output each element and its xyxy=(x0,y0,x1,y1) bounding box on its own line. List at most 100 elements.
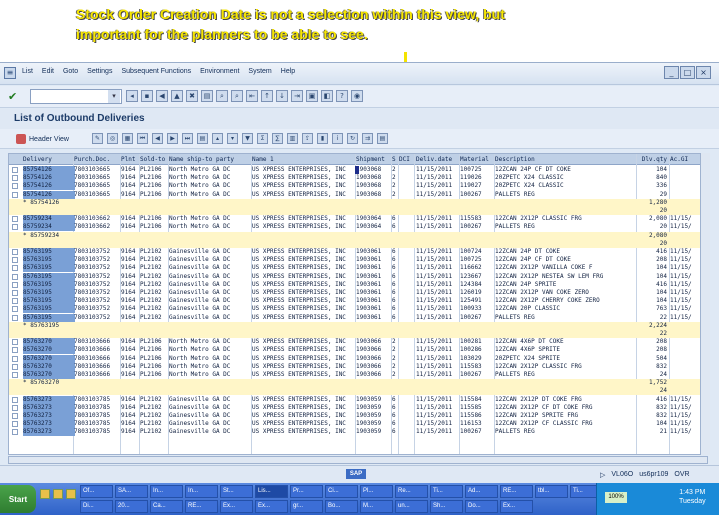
column-header-material[interactable]: Material xyxy=(460,155,494,164)
subtotal-icon[interactable]: ∑ xyxy=(272,133,283,144)
taskbar-button[interactable]: un... xyxy=(395,500,428,513)
find-icon[interactable]: ⌕ xyxy=(216,90,228,102)
row-select-checkbox[interactable] xyxy=(12,421,18,428)
table-row[interactable]: 85763270 7803103666 9164 PL2106 North Metro … xyxy=(9,371,707,379)
command-dropdown-icon[interactable]: ▾ xyxy=(108,90,120,103)
taskbar-button[interactable]: St... xyxy=(220,485,253,498)
menu-system[interactable]: System xyxy=(248,68,271,75)
menu-subsequent-functions[interactable]: Subsequent Functions xyxy=(121,68,191,75)
column-header-plnt[interactable]: Plnt xyxy=(121,155,139,164)
row-select-checkbox[interactable] xyxy=(12,265,18,272)
taskbar-button[interactable]: Pl... xyxy=(360,485,393,498)
sort-ascending-icon[interactable]: ▴ xyxy=(212,133,223,144)
sum-icon[interactable]: Σ xyxy=(257,133,268,144)
sort-descending-icon[interactable]: ▾ xyxy=(227,133,238,144)
layout-icon[interactable]: ▥ xyxy=(287,133,298,144)
vertical-scrollbar[interactable] xyxy=(700,153,710,455)
row-select-checkbox[interactable] xyxy=(12,396,18,403)
previous-icon[interactable]: ◀ xyxy=(152,133,163,144)
table-row[interactable]: 85763270 7803103666 9164 PL2106 North Metro … xyxy=(9,346,707,355)
taskbar-button[interactable]: Ex... xyxy=(220,500,253,513)
column-header-dlv-qty[interactable]: Dlv.qty xyxy=(637,155,667,164)
menu-goto[interactable]: Goto xyxy=(63,68,78,75)
row-select-checkbox[interactable] xyxy=(12,413,18,419)
back-icon[interactable]: ◀ xyxy=(156,90,168,102)
table-row[interactable]: 85759234 7803103662 9164 PL2106 North Metro … xyxy=(9,223,707,232)
table-row[interactable]: 85763273 7803103785 9164 PL2102 Gainesville … xyxy=(9,412,707,420)
menu-settings[interactable]: Settings xyxy=(87,68,112,75)
doc-flow-icon[interactable]: ⇉ xyxy=(362,133,373,144)
taskbar-button[interactable]: Bo... xyxy=(325,500,358,513)
system-menu-icon[interactable]: ≡ xyxy=(4,67,16,79)
taskbar-button[interactable]: Lis... xyxy=(255,485,288,498)
print-list-icon[interactable]: ▤ xyxy=(377,133,388,144)
save-icon[interactable]: ▪ xyxy=(141,90,153,102)
display-icon[interactable]: ◎ xyxy=(107,133,118,144)
table-row[interactable]: 85763195 7803103752 9164 PL2102 Gainesville … xyxy=(9,313,707,322)
table-row[interactable]: 85763273 7803103785 9164 PL2102 Gainesville … xyxy=(9,420,707,429)
row-select-checkbox[interactable] xyxy=(12,404,18,411)
menu-environment[interactable]: Environment xyxy=(200,68,239,75)
close-icon[interactable]: × xyxy=(696,66,711,79)
taskbar-button[interactable]: Ex... xyxy=(500,500,533,513)
table-row[interactable]: 85759234 7803103662 9164 PL2106 North Metro … xyxy=(9,215,707,224)
previous-page-icon[interactable]: ↑ xyxy=(261,90,273,102)
select-all-icon[interactable]: ▦ xyxy=(122,133,133,144)
filter-icon[interactable]: ▼ xyxy=(242,133,253,144)
table-row[interactable]: 85763273 7803103785 9164 PL2102 Gainesville … xyxy=(9,428,707,437)
export-icon[interactable]: ⇪ xyxy=(302,133,313,144)
table-row[interactable]: 85763270 7803103666 9164 PL2106 North Metro … xyxy=(9,354,707,363)
help-icon[interactable]: ? xyxy=(336,90,348,102)
taskbar-button[interactable]: Ex... xyxy=(255,500,288,513)
refresh-icon[interactable]: ↻ xyxy=(347,133,358,144)
column-header-name-1[interactable]: Name 1 xyxy=(252,155,354,164)
outlook-icon[interactable] xyxy=(66,489,76,499)
menu-help[interactable]: Help xyxy=(281,68,295,75)
table-row[interactable]: 85763195 7803103752 9164 PL2102 Gainesville … xyxy=(9,248,707,256)
column-header-deliv-date[interactable]: Deliv.date xyxy=(416,155,458,164)
horizontal-scrollbar[interactable] xyxy=(8,456,708,464)
taskbar-button[interactable]: Di... xyxy=(80,500,113,513)
table-row[interactable]: 85763195 7803103752 9164 PL2102 Gainesville … xyxy=(9,256,707,265)
taskbar-button[interactable]: Do... xyxy=(465,500,498,513)
table-row[interactable]: 85763195 7803103752 9164 PL2102 Gainesville … xyxy=(9,289,707,297)
change-icon[interactable]: ✎ xyxy=(92,133,103,144)
column-header-name-ship-to[interactable]: Name ship-to party xyxy=(169,155,251,164)
column-header-ac-gi[interactable]: Ac.GI xyxy=(670,155,700,164)
taskbar-button[interactable]: In... xyxy=(185,485,218,498)
start-button[interactable]: Start xyxy=(0,485,36,513)
taskbar-button[interactable]: Ci... xyxy=(325,485,358,498)
taskbar-button[interactable]: gr... xyxy=(290,500,323,513)
column-header-shipment[interactable]: Shipment xyxy=(356,155,390,164)
taskbar-button[interactable]: SA... xyxy=(115,485,148,498)
folder-icon[interactable] xyxy=(40,489,50,499)
next-page-icon[interactable]: ↓ xyxy=(276,90,288,102)
last-page-icon[interactable]: ⇥ xyxy=(291,90,303,102)
restore-icon[interactable]: □ xyxy=(680,66,695,79)
table-row[interactable]: 85763195 7803103752 9164 PL2102 Gainesville … xyxy=(9,280,707,289)
header-view-button[interactable]: Header View xyxy=(16,132,69,146)
table-row[interactable]: 85763270 7803103666 9164 PL2106 North Metro … xyxy=(9,362,707,371)
row-select-checkbox[interactable] xyxy=(12,191,18,198)
row-select-checkbox[interactable] xyxy=(12,273,18,280)
row-select-checkbox[interactable] xyxy=(12,281,18,288)
table-row[interactable]: 85763195 7803103752 9164 PL2102 Gainesville … xyxy=(9,272,707,281)
column-header-sold-to[interactable]: Sold-to xyxy=(140,155,168,164)
row-select-checkbox[interactable] xyxy=(12,298,18,305)
graphic-icon[interactable]: ▮ xyxy=(317,133,328,144)
row-select-checkbox[interactable] xyxy=(12,224,18,231)
last-icon[interactable]: ⏭ xyxy=(182,133,193,144)
column-header-dci[interactable]: DCI xyxy=(399,155,413,164)
taskbar-button[interactable]: RE... xyxy=(185,500,218,513)
first-icon[interactable]: ⏮ xyxy=(137,133,148,144)
row-select-checkbox[interactable] xyxy=(12,167,18,173)
taskbar-button[interactable]: Pr... xyxy=(290,485,323,498)
play-icon[interactable]: ▷ xyxy=(600,471,605,479)
row-select-checkbox[interactable] xyxy=(12,183,18,190)
row-select-checkbox[interactable] xyxy=(12,216,18,223)
table-row[interactable]: 85763195 7803103752 9164 PL2102 Gainesville … xyxy=(9,297,707,306)
row-select-checkbox[interactable] xyxy=(12,363,18,370)
taskbar-button[interactable]: Sh... xyxy=(430,500,463,513)
table-row[interactable]: 85763273 7803103785 9164 PL2102 Gainesville … xyxy=(9,395,707,404)
taskbar-button[interactable]: Of... xyxy=(80,485,113,498)
